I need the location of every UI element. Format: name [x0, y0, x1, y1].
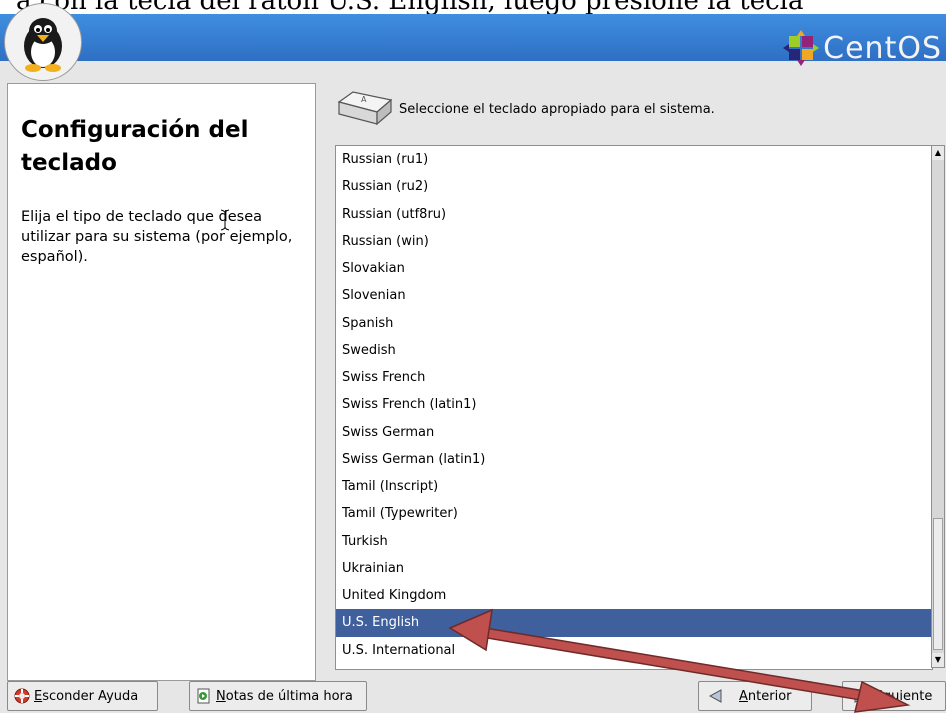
keyboard-list-item[interactable]: Tamil (Inscript) — [336, 473, 932, 500]
next-label: Siguiente — [871, 689, 932, 704]
left-triangle-icon — [709, 689, 722, 703]
hide-help-text: sconder Ayuda — [42, 688, 139, 704]
release-notes-label: Notas de última hora — [216, 689, 353, 704]
keyboard-key-icon: A — [337, 91, 393, 126]
next-text: iguiente — [879, 688, 933, 704]
back-mnemonic: A — [739, 688, 748, 704]
release-notes-icon — [197, 688, 210, 704]
centos-logo-icon — [783, 30, 820, 66]
centos-logo: CentOS — [783, 28, 942, 68]
hide-help-label: Esconder Ayuda — [34, 689, 138, 704]
keyboard-list-item[interactable]: U.S. English — [336, 609, 932, 637]
keyboard-list[interactable]: Russian (ru1) Russian (ru2) Russian (utf8r… — [335, 145, 933, 670]
back-text: nterior — [747, 688, 792, 704]
keyboard-list-item[interactable]: Swiss French — [336, 364, 932, 391]
back-button[interactable]: Anterior — [698, 681, 812, 711]
keyboard-list-item[interactable]: Swedish — [336, 337, 932, 364]
text-cursor-icon — [220, 209, 230, 231]
top-caption-text: a con la tecla del ratón U.S. English, l… — [16, 0, 804, 14]
help-panel: Configuración del teclado Elija el tipo … — [7, 83, 316, 681]
svg-text:A: A — [361, 95, 367, 104]
scroll-thumb[interactable] — [933, 518, 943, 650]
keyboard-list-item[interactable]: Ukrainian — [336, 555, 932, 582]
keyboard-list-item[interactable]: Swiss French (latin1) — [336, 391, 932, 418]
keyboard-prompt: Seleccione el teclado apropiado para el … — [399, 102, 715, 117]
header-banner: CentOS — [0, 14, 946, 66]
release-notes-text: otas de última hora — [225, 688, 353, 704]
keyboard-list-item[interactable]: Slovakian — [336, 255, 932, 282]
help-title-part1: Configuración — [21, 117, 201, 143]
keyboard-list-item[interactable]: Tamil (Typewriter) — [336, 500, 932, 527]
keyboard-list-item[interactable]: Spanish — [336, 310, 932, 337]
keyboard-list-item[interactable]: Swiss German (latin1) — [336, 446, 932, 473]
keyboard-list-item[interactable]: Russian (win) — [336, 228, 932, 255]
next-button[interactable]: Siguiente — [842, 681, 946, 711]
keyboard-list-item[interactable]: Slovenian — [336, 282, 932, 309]
help-title-part2: del — [200, 117, 249, 143]
release-notes-button[interactable]: Notas de última hora — [189, 681, 367, 711]
hide-help-mnemonic: E — [34, 688, 43, 704]
release-notes-mnemonic: N — [216, 688, 226, 704]
keyboard-list-item[interactable]: U.S. International — [336, 637, 932, 664]
list-scrollbar[interactable]: ▲ ▼ — [931, 145, 945, 668]
help-description: Elija el tipo de teclado que desea utili… — [21, 209, 293, 265]
scroll-down-button[interactable]: ▼ — [932, 653, 944, 667]
help-title-part3: teclado — [21, 150, 117, 176]
top-caption: a con la tecla del ratón U.S. English, l… — [0, 0, 946, 14]
lifebuoy-icon — [14, 688, 30, 704]
keyboard-list-item[interactable]: Russian (utf8ru) — [336, 201, 932, 228]
keyboard-list-item[interactable]: Russian (ru1) — [336, 146, 932, 173]
keyboard-list-item[interactable]: Turkish — [336, 528, 932, 555]
keyboard-list-item[interactable]: Swiss German — [336, 419, 932, 446]
scroll-up-button[interactable]: ▲ — [932, 146, 944, 160]
hide-help-button[interactable]: Esconder Ayuda — [7, 681, 158, 711]
penguin-logo-icon — [24, 18, 62, 72]
back-label: Anterior — [739, 689, 792, 704]
keyboard-list-item[interactable]: United Kingdom — [336, 582, 932, 609]
keyboard-list-item[interactable]: Russian (ru2) — [336, 173, 932, 200]
right-triangle-icon — [854, 689, 867, 703]
penguin-logo — [4, 3, 82, 81]
brand-name: CentOS — [823, 30, 942, 66]
help-title: Configuración del teclado — [21, 114, 301, 180]
